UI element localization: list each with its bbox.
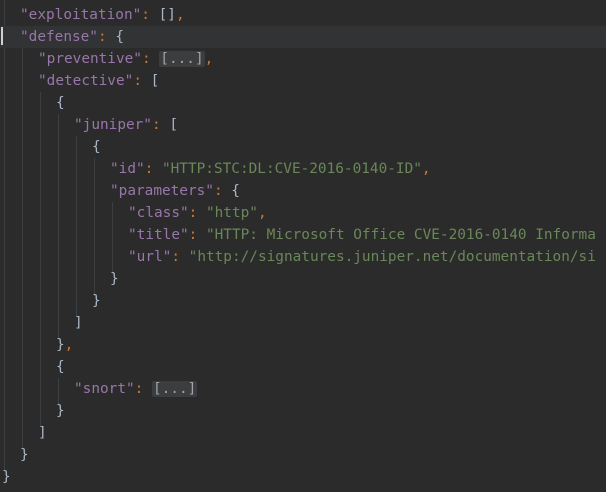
folded-block[interactable]: [...] [159, 51, 205, 67]
comma: , [204, 51, 214, 67]
json-key: "title" [128, 227, 189, 243]
comma: , [421, 161, 431, 177]
open-bracket: [ [150, 73, 160, 89]
close-bracket: ] [74, 315, 83, 331]
indent-guide [22, 48, 23, 448]
code-line: } [92, 290, 101, 312]
json-key: "exploitation" [20, 7, 142, 23]
json-key: "parameters" [110, 183, 214, 199]
json-string: "http://signatures.juniper.net/documenta… [188, 249, 596, 265]
code-line: "title": "HTTP: Microsoft Office CVE-201… [128, 224, 596, 246]
code-line: { [92, 136, 101, 158]
close-brace: } [110, 271, 119, 287]
colon: : [188, 227, 206, 243]
code-line: "parameters": { [110, 180, 240, 202]
open-brace: { [56, 359, 65, 375]
open-brace: { [56, 95, 65, 111]
json-string: "HTTP: Microsoft Office CVE-2016-0140 In… [205, 227, 596, 243]
colon: : [141, 51, 160, 67]
open-brace: { [115, 29, 124, 45]
comma: , [175, 7, 185, 23]
colon: : [188, 205, 206, 221]
code-editor[interactable]: "exploitation": [], "defense": { "preven… [0, 0, 606, 492]
close-bracket: ] [38, 425, 47, 441]
json-key: "snort" [74, 381, 135, 397]
colon: : [133, 73, 151, 89]
close-brace: } [56, 337, 65, 353]
folded-block[interactable]: [...] [151, 381, 198, 397]
open-brace: { [92, 139, 101, 155]
text-caret [1, 27, 3, 45]
code-line: "detective": [ [38, 70, 159, 92]
code-line: } [110, 268, 119, 290]
colon: : [97, 29, 116, 45]
code-line-current: "defense": { [0, 26, 606, 48]
open-brace: { [231, 183, 240, 199]
json-string: "HTTP:STC:DL:CVE-2016-0140-ID" [161, 161, 422, 177]
json-key: "defense" [20, 29, 98, 45]
close-brace: } [92, 293, 101, 309]
code-line: { [56, 92, 65, 114]
close-brace: } [56, 403, 65, 419]
close-brace: } [2, 469, 11, 485]
colon: : [151, 117, 170, 133]
code-line: { [56, 356, 65, 378]
colon: : [134, 381, 152, 397]
colon: : [141, 7, 159, 23]
json-key: "id" [110, 161, 145, 177]
indent-guide [58, 114, 59, 338]
json-key: "detective" [38, 73, 134, 89]
colon: : [144, 161, 162, 177]
code-line: ] [38, 422, 47, 444]
code-line: } [20, 444, 29, 466]
json-key: "preventive" [38, 51, 142, 67]
code-line: }, [56, 334, 73, 356]
json-value: [] [158, 7, 176, 23]
indent-guide [112, 202, 113, 274]
close-brace: } [20, 447, 29, 463]
comma: , [257, 205, 267, 221]
code-line: "snort": [...] [74, 378, 198, 400]
open-bracket: [ [169, 117, 178, 133]
json-string: "http" [205, 205, 258, 221]
indent-guide [40, 92, 41, 426]
code-line: ] [74, 312, 83, 334]
indent-guide [4, 0, 5, 470]
indent-guide [94, 158, 95, 296]
json-key: "juniper" [74, 117, 152, 133]
code-line: "url": "http://signatures.juniper.net/do… [128, 246, 596, 268]
code-line: "id": "HTTP:STC:DL:CVE-2016-0140-ID", [110, 158, 431, 180]
code-line: "exploitation": [], [20, 4, 185, 26]
code-line: } [2, 466, 11, 488]
indent-guide [76, 136, 77, 316]
code-line: "preventive": [...], [38, 48, 213, 70]
comma: , [64, 337, 74, 353]
json-key: "url" [128, 249, 172, 265]
json-key: "class" [128, 205, 189, 221]
code-line: } [56, 400, 65, 422]
code-line: "class": "http", [128, 202, 267, 224]
code-line: "juniper": [ [74, 114, 178, 136]
colon: : [213, 183, 232, 199]
colon: : [171, 249, 189, 265]
